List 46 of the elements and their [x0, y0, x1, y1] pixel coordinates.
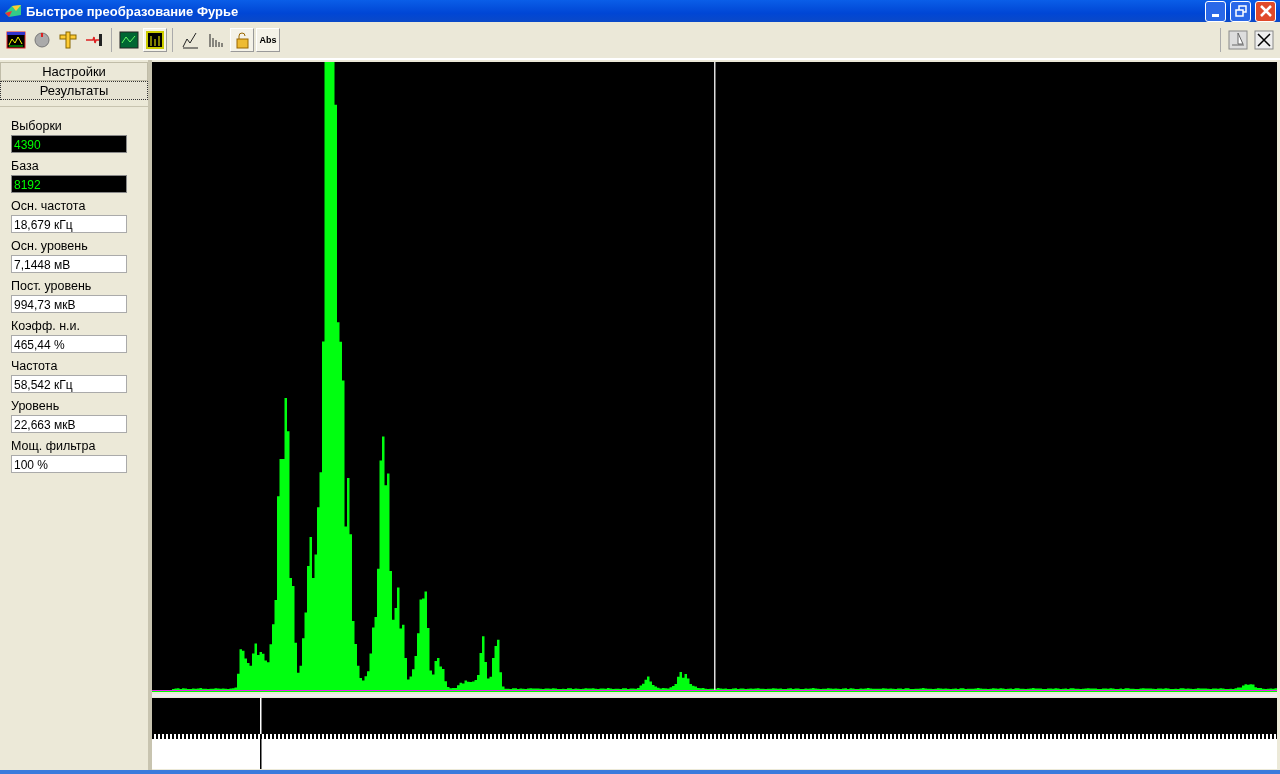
sailboat-icon — [1228, 30, 1248, 50]
cursor-line[interactable] — [714, 62, 716, 690]
restore-button[interactable] — [1230, 0, 1251, 22]
close-icon — [1259, 5, 1272, 17]
toolbar-button[interactable] — [143, 28, 167, 52]
minimize-button[interactable] — [1205, 0, 1226, 22]
field-label: База — [11, 158, 40, 175]
field-label: Коэфф. н.и. — [11, 318, 81, 335]
probe-icon — [85, 31, 103, 49]
value-field: 100 % — [11, 455, 127, 473]
value-field: 465,44 % — [11, 335, 127, 353]
field-label: Уровень — [11, 398, 61, 415]
knob-icon — [33, 31, 51, 49]
minimize-icon — [1212, 13, 1219, 17]
toolbar-button[interactable] — [1252, 28, 1276, 52]
field-label: Пост. уровень — [11, 278, 93, 295]
value-field: 58,542 кГц — [11, 375, 127, 393]
pen-icon — [181, 31, 199, 49]
window-title: Быстрое преобразование Фурье — [26, 3, 240, 19]
position-marker[interactable] — [260, 698, 262, 734]
abs-button[interactable]: Abs — [256, 28, 280, 52]
grid-icon — [146, 31, 164, 49]
bars-icon — [207, 31, 225, 49]
value-field: 7,1448 мВ — [11, 255, 127, 273]
field-label: Выборки — [11, 118, 63, 135]
ruler-icon — [59, 31, 77, 49]
field-label: Осн. уровень — [11, 238, 89, 255]
toolbar-button[interactable] — [4, 28, 28, 52]
lock-icon — [233, 31, 251, 49]
toolbar-button[interactable] — [117, 28, 141, 52]
tab[interactable]: Настройки — [0, 62, 148, 81]
counter-display: 8192 — [11, 175, 127, 193]
restore-icon — [1234, 5, 1247, 17]
close-button[interactable] — [1255, 0, 1276, 22]
field-label: Частота — [11, 358, 59, 375]
tab[interactable]: Результаты — [0, 81, 148, 100]
value-field: 994,73 мкВ — [11, 295, 127, 313]
value-field: 18,679 кГц — [11, 215, 127, 233]
close-icon — [1254, 30, 1274, 50]
field-label: Осн. частота — [11, 198, 87, 215]
spectrum-window-icon — [6, 31, 26, 49]
app-icon — [4, 3, 22, 19]
oscilloscope-icon — [119, 31, 139, 49]
counter-display: 4390 — [11, 135, 127, 153]
value-field: 22,663 мкВ — [11, 415, 127, 433]
field-label: Мощ. фильтра — [11, 438, 97, 455]
